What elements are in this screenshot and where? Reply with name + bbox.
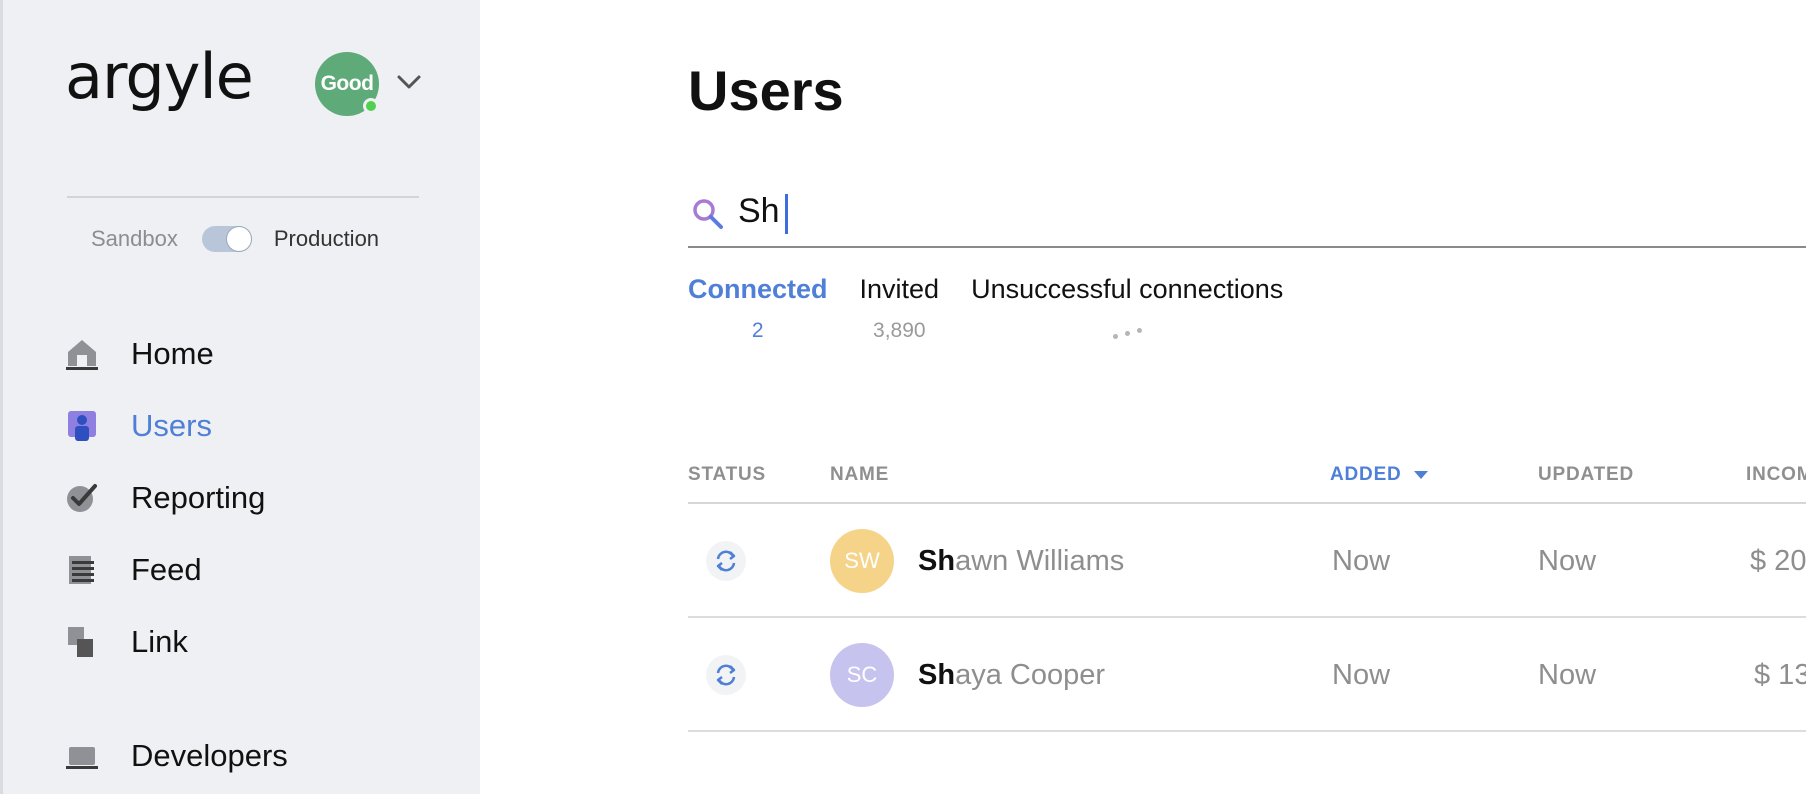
updated-cell: Now xyxy=(1538,544,1597,577)
sidebar-item-link[interactable]: Link xyxy=(65,606,445,678)
syncing-icon xyxy=(706,541,746,581)
status-cell xyxy=(706,618,746,732)
table-row[interactable]: SW Shawn Williams Now Now $ 20,1 xyxy=(688,504,1806,618)
sidebar-item-label: Home xyxy=(131,336,214,371)
tab-connected[interactable]: Connected 2 xyxy=(688,274,828,343)
tab-count: 2 xyxy=(751,319,764,342)
sidebar-item-label: Feed xyxy=(131,552,202,587)
name-cell[interactable]: SW Shawn Williams xyxy=(830,504,1124,618)
sidebar: argyle Good Sandbox Production Home User… xyxy=(0,0,480,794)
org-avatar[interactable]: Good xyxy=(315,52,379,116)
online-status-dot xyxy=(363,98,379,114)
income-cell: $ 13,6 xyxy=(1754,658,1806,691)
search-input[interactable]: Sh xyxy=(738,192,788,234)
updated-cell: Now xyxy=(1538,658,1597,691)
sidebar-nav: Home Users Reporting Feed Link Developer… xyxy=(65,318,445,773)
sidebar-item-feed[interactable]: Feed xyxy=(65,534,445,606)
syncing-icon xyxy=(706,655,746,695)
tab-count: 3,890 xyxy=(873,319,926,342)
search-icon xyxy=(693,199,723,229)
laptop-icon xyxy=(65,739,99,773)
tab-label: Unsuccessful connections xyxy=(971,274,1284,304)
status-cell xyxy=(706,504,746,618)
text-cursor xyxy=(784,193,788,234)
sidebar-item-home[interactable]: Home xyxy=(65,318,445,390)
added-cell: Now xyxy=(1332,658,1391,691)
main-content: Users Sh Connected 2 Invited 3,890 Unsuc… xyxy=(480,0,1806,794)
search-input-value: Sh xyxy=(738,192,780,231)
name-remainder: awn Williams xyxy=(955,544,1125,577)
user-name: Shawn Williams xyxy=(918,545,1124,578)
added-cell: Now xyxy=(1332,544,1391,577)
users-table: STATUS NAME ADDED UPDATED INCOME xyxy=(688,444,1806,732)
sidebar-item-label: Users xyxy=(131,408,212,443)
name-remainder: aya Cooper xyxy=(955,658,1105,691)
sidebar-item-developers[interactable]: Developers xyxy=(65,720,288,792)
column-header-status[interactable]: STATUS xyxy=(688,464,766,486)
link-icon xyxy=(65,625,99,659)
environment-switch: Sandbox Production xyxy=(91,224,379,254)
sidebar-divider xyxy=(67,196,419,198)
sort-descending-icon xyxy=(1413,471,1428,479)
column-header-name[interactable]: NAME xyxy=(830,464,889,486)
tab-label: Invited xyxy=(859,274,940,304)
name-cell[interactable]: SC Shaya Cooper xyxy=(830,618,1105,732)
org-avatar-text: Good xyxy=(320,72,374,95)
sidebar-item-label: Reporting xyxy=(131,480,266,515)
user-name: Shaya Cooper xyxy=(918,659,1105,692)
user-tabs: Connected 2 Invited 3,890 Unsuccessful c… xyxy=(688,274,1315,343)
check-circle-icon xyxy=(65,481,99,515)
tab-invited[interactable]: Invited 3,890 xyxy=(860,274,940,343)
chevron-down-icon[interactable] xyxy=(395,72,423,92)
production-label: Production xyxy=(273,226,380,251)
home-icon xyxy=(65,337,99,371)
toggle-knob xyxy=(226,227,251,251)
income-cell: $ 20,1 xyxy=(1750,544,1806,577)
table-row[interactable]: SC Shaya Cooper Now Now $ 13,6 xyxy=(688,618,1806,732)
name-search-highlight: Sh xyxy=(918,544,956,577)
sandbox-label: Sandbox xyxy=(91,226,178,251)
column-header-updated[interactable]: UPDATED xyxy=(1538,464,1634,486)
name-search-highlight: Sh xyxy=(918,658,956,691)
sidebar-item-reporting[interactable]: Reporting xyxy=(65,462,445,534)
column-header-added-label: ADDED xyxy=(1330,464,1402,485)
table-header: STATUS NAME ADDED UPDATED INCOME xyxy=(688,444,1806,504)
loading-spinner-icon xyxy=(1112,319,1142,339)
sidebar-item-users[interactable]: Users xyxy=(65,390,445,462)
tab-label: Connected xyxy=(688,274,828,304)
feed-icon xyxy=(65,553,99,587)
page-title: Users xyxy=(688,59,844,122)
column-header-income[interactable]: INCOME xyxy=(1746,464,1806,486)
avatar: SC xyxy=(830,643,894,707)
argyle-logo[interactable]: argyle xyxy=(65,46,254,108)
sidebar-item-label: Developers xyxy=(131,738,288,773)
avatar: SW xyxy=(830,529,894,593)
sidebar-item-label: Link xyxy=(131,624,188,659)
column-header-added[interactable]: ADDED xyxy=(1330,464,1428,486)
users-icon xyxy=(65,409,99,443)
search-bar[interactable]: Sh xyxy=(688,180,1806,248)
environment-toggle[interactable] xyxy=(201,226,252,252)
tab-unsuccessful-connections[interactable]: Unsuccessful connections xyxy=(971,274,1283,343)
